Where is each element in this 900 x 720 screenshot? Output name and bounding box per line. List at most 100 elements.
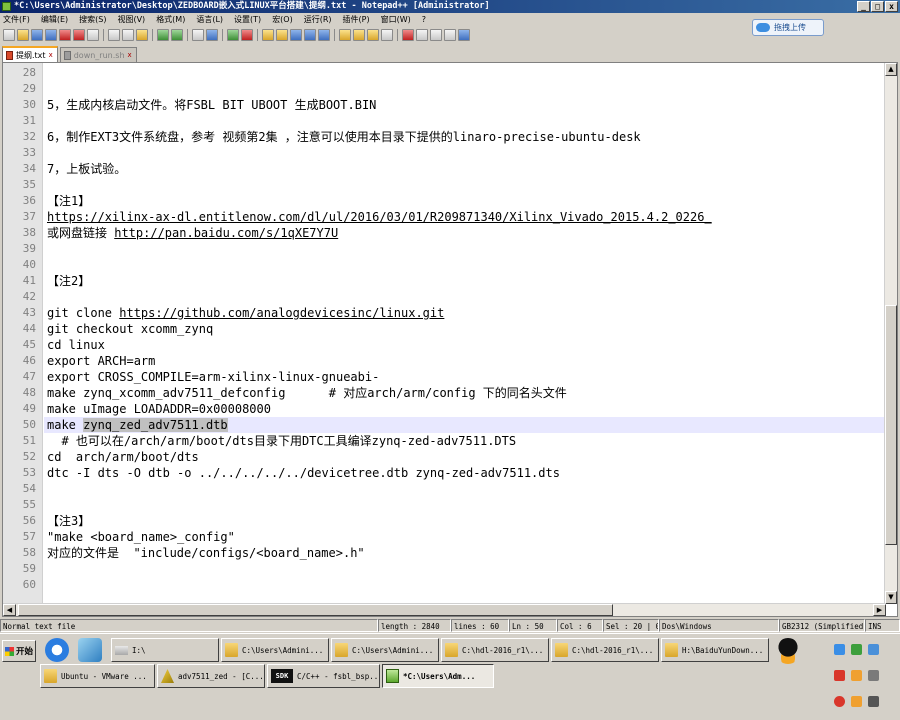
text-line[interactable] [47,241,887,257]
tray-security-icon[interactable] [834,670,845,681]
text-editor[interactable]: 28 29 30 31 32 33 34 35 36 37 38 39 40 41 42 43 44 45 46 47… [2,62,898,617]
play-macro-multiple-icon[interactable] [444,29,456,41]
text-line[interactable]: make zynq_zed_adv7511.dtb [47,417,887,433]
text-line[interactable]: 6，制作EXT3文件系统盘，参考 视频第2集 ，注意可以使用本目录下提供的lin… [47,129,887,145]
menu-window[interactable]: 窗口(W) [381,14,411,25]
qq-icon[interactable] [776,638,800,664]
text-line[interactable] [47,497,887,513]
minimize-button[interactable]: _ [857,1,870,12]
title-bar[interactable]: *C:\Users\Administrator\Desktop\ZEDBOARD… [0,0,900,13]
text-line[interactable]: 对应的文件是 "include/configs/<board_name>.h" [47,545,887,561]
task-vivado[interactable]: adv7511_zed - [C... [157,664,265,688]
menu-language[interactable]: 语言(L) [196,14,223,25]
text-line[interactable] [47,145,887,161]
tray-app-icon[interactable] [851,670,862,681]
new-file-icon[interactable] [3,29,15,41]
hyperlink[interactable]: http://pan.baidu.com/s/1qXE7Y7U [114,226,338,240]
user-lang-icon[interactable] [339,29,351,41]
task-folder-hdl-2[interactable]: C:\hdl-2016_r1\... [551,638,659,662]
task-notepadpp[interactable]: *C:\Users\Adm... [382,664,494,688]
tray-network-icon[interactable] [834,644,845,655]
tab-down-run-sh[interactable]: down_run.sh x [59,47,137,62]
text-line[interactable] [47,481,887,497]
menu-file[interactable]: 文件(F) [3,14,30,25]
text-line[interactable]: cd linux [47,337,887,353]
copy-icon[interactable] [122,29,134,41]
close-all-icon[interactable] [73,29,85,41]
text-line[interactable] [47,561,887,577]
text-line[interactable]: 5，生成内核启动文件。将FSBL BIT UBOOT 生成BOOT.BIN [47,97,887,113]
doc-map-icon[interactable] [353,29,365,41]
text-line[interactable]: 或网盘链接 http://pan.baidu.com/s/1qXE7Y7U [47,225,887,241]
task-folder-users-1[interactable]: C:\Users\Admini... [221,638,329,662]
zoom-out-icon[interactable] [241,29,253,41]
text-line[interactable]: git checkout xcomm_zynq [47,321,887,337]
tray-alert-icon[interactable] [834,696,845,707]
text-line[interactable]: 【注1】 [47,193,887,209]
horizontal-scrollbar[interactable]: ◀ ▶ [3,603,886,616]
find-icon[interactable] [192,29,204,41]
menu-edit[interactable]: 编辑(E) [41,14,68,25]
save-icon[interactable] [31,29,43,41]
drag-upload-button[interactable]: 拖拽上传 [752,19,824,36]
text-line[interactable] [47,289,887,305]
function-list-icon[interactable] [367,29,379,41]
text-line[interactable] [47,81,887,97]
tray-app-icon[interactable] [851,644,862,655]
cut-icon[interactable] [108,29,120,41]
horizontal-scroll-thumb[interactable] [18,604,613,616]
redo-icon[interactable] [171,29,183,41]
show-all-chars-icon[interactable] [304,29,316,41]
scroll-down-arrow-icon[interactable]: ▼ [885,591,897,604]
menu-format[interactable]: 格式(M) [156,14,185,25]
vertical-scrollbar[interactable]: ▲ ▼ [884,63,897,604]
text-line[interactable]: dtc -I dts -O dtb -o ../../../../../devi… [47,465,887,481]
text-line[interactable]: cd arch/arm/boot/dts [47,449,887,465]
tab-close-icon[interactable]: x [128,51,132,59]
text-line[interactable]: 【注2】 [47,273,887,289]
quicklaunch-app-icon[interactable] [78,638,102,662]
sogou-browser-icon[interactable] [45,638,69,662]
task-folder-users-2[interactable]: C:\Users\Admini... [331,638,439,662]
undo-icon[interactable] [157,29,169,41]
menu-run[interactable]: 运行(R) [304,14,332,25]
task-sdk[interactable]: SDK C/C++ - fsbl_bsp... [267,664,380,688]
tray-cloud-icon[interactable] [868,644,879,655]
text-line[interactable]: "make <board_name>_config" [47,529,887,545]
tray-app-icon[interactable] [851,696,862,707]
menu-macro[interactable]: 宏(O) [272,14,293,25]
sync-horizontal-icon[interactable] [276,29,288,41]
tray-display-icon[interactable] [868,670,879,681]
stop-macro-icon[interactable] [416,29,428,41]
indent-guide-icon[interactable] [318,29,330,41]
close-button[interactable]: x [885,1,898,12]
text-line[interactable]: export ARCH=arm [47,353,887,369]
vertical-scroll-thumb[interactable] [885,305,897,545]
text-line[interactable]: 【注3】 [47,513,887,529]
hyperlink[interactable]: https://xilinx-ax-dl.entitlenow.com/dl/u… [47,210,712,224]
menu-search[interactable]: 搜索(S) [79,14,106,25]
word-wrap-icon[interactable] [290,29,302,41]
folder-workspace-icon[interactable] [381,29,393,41]
save-macro-icon[interactable] [458,29,470,41]
tab-close-icon[interactable]: x [49,51,53,59]
text-line[interactable]: make zynq_xcomm_adv7511_defconfig # 对应ar… [47,385,887,401]
record-macro-icon[interactable] [402,29,414,41]
hyperlink[interactable]: https://github.com/analogdevicesinc/linu… [119,306,444,320]
text-line[interactable] [47,577,887,593]
scroll-right-arrow-icon[interactable]: ▶ [873,604,886,616]
text-line[interactable] [47,113,887,129]
task-folder-hdl-1[interactable]: C:\hdl-2016_r1\... [441,638,549,662]
task-vmware-ubuntu[interactable]: Ubuntu - VMware ... [40,664,155,688]
text-line[interactable]: git clone https://github.com/analogdevic… [47,305,887,321]
text-line[interactable]: # 也可以在/arch/arm/boot/dts目录下用DTC工具编译zynq-… [47,433,887,449]
text-line[interactable]: export CROSS_COMPILE=arm-xilinx-linux-gn… [47,369,887,385]
menu-settings[interactable]: 设置(T) [234,14,261,25]
sync-vertical-icon[interactable] [262,29,274,41]
editor-lines[interactable]: 5，生成内核启动文件。将FSBL BIT UBOOT 生成BOOT.BIN 6，制… [47,63,887,616]
maximize-button[interactable]: □ [871,1,884,12]
tab-outline-txt[interactable]: 提纲.txt x [2,46,58,62]
replace-icon[interactable] [206,29,218,41]
text-line[interactable] [47,177,887,193]
text-line[interactable]: make uImage LOADADDR=0x00008000 [47,401,887,417]
